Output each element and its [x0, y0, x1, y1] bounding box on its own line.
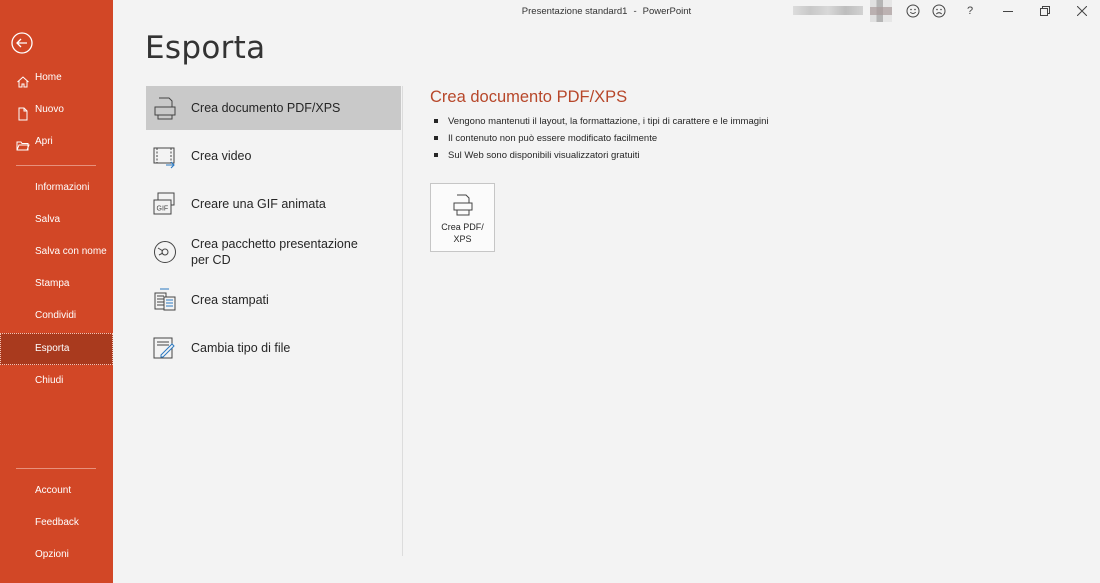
- smile-icon[interactable]: [902, 2, 924, 20]
- bullet-item: Vengono mantenuti il layout, la formatta…: [430, 113, 769, 130]
- sidebar-item-info[interactable]: Informazioni: [0, 172, 113, 204]
- export-option-change-file-type[interactable]: Cambia tipo di file: [146, 326, 401, 370]
- page-title: Esporta: [145, 30, 266, 66]
- sidebar-item-label: Home: [35, 72, 62, 83]
- sidebar-item-label: Salva: [35, 214, 61, 225]
- sidebar-item-label: Stampa: [35, 278, 70, 289]
- video-icon: [152, 143, 178, 169]
- handouts-icon: [152, 287, 178, 313]
- sidebar-divider: [16, 165, 96, 166]
- detail-title: Crea documento PDF/XPS: [430, 88, 628, 106]
- sidebar-item-account[interactable]: Account: [0, 475, 113, 507]
- detail-bullets: Vengono mantenuti il layout, la formatta…: [430, 113, 769, 164]
- bullet-item: Il contenuto non può essere modificato f…: [430, 130, 769, 147]
- sidebar-item-options[interactable]: Opzioni: [0, 539, 113, 571]
- sidebar-item-feedback[interactable]: Feedback: [0, 507, 113, 539]
- sidebar-item-label: Informazioni: [35, 182, 90, 193]
- option-label: Crea video: [191, 149, 252, 163]
- document-name: Presentazione standard1: [521, 6, 628, 17]
- option-label: Crea documento PDF/XPS: [191, 101, 341, 115]
- home-icon: [16, 71, 30, 88]
- create-pdf-xps-label: Crea PDF/ XPS: [441, 222, 484, 244]
- sidebar-item-label: Salva con nome: [35, 246, 107, 257]
- cd-icon: [152, 239, 178, 265]
- sidebar-item-label: Apri: [35, 136, 53, 147]
- frown-icon[interactable]: [928, 2, 950, 20]
- sidebar-item-share[interactable]: Condividi: [0, 300, 113, 332]
- option-label-line2: per CD: [191, 253, 231, 267]
- option-label: Cambia tipo di file: [191, 341, 291, 355]
- avatar[interactable]: [870, 0, 892, 22]
- change-file-type-icon: [152, 335, 178, 361]
- new-document-icon: [16, 103, 30, 121]
- sidebar-item-label: Account: [35, 485, 72, 496]
- sidebar-item-new[interactable]: Nuovo: [0, 94, 113, 126]
- window-title: Presentazione standard1- PowerPoint: [113, 6, 1100, 17]
- minimize-icon[interactable]: [997, 2, 1019, 20]
- sidebar-item-save[interactable]: Salva: [0, 204, 113, 236]
- open-folder-icon: [16, 135, 30, 151]
- close-icon[interactable]: [1071, 2, 1093, 20]
- export-option-cd-package[interactable]: Crea pacchetto presentazione per CD: [146, 230, 401, 274]
- restore-icon[interactable]: [1034, 2, 1056, 20]
- export-option-gif[interactable]: GIF Creare una GIF animata: [146, 182, 401, 226]
- export-option-video[interactable]: Crea video: [146, 134, 401, 178]
- sidebar-item-label: Nuovo: [35, 104, 64, 115]
- backstage-sidebar: Home Nuovo Apri Informazioni Salva Salva…: [0, 0, 113, 583]
- option-label: Crea pacchetto presentazione per CD: [191, 236, 358, 268]
- sidebar-item-close[interactable]: Chiudi: [0, 365, 113, 397]
- gif-icon-text: GIF: [157, 206, 169, 213]
- sidebar-divider: [16, 468, 96, 469]
- export-option-pdf-xps[interactable]: Crea documento PDF/XPS: [146, 86, 401, 130]
- pdf-document-icon: [152, 95, 178, 121]
- option-label: Creare una GIF animata: [191, 197, 326, 211]
- sidebar-item-print[interactable]: Stampa: [0, 268, 113, 300]
- title-bar: Presentazione standard1- PowerPoint ?: [113, 0, 1100, 24]
- sidebar-item-save-as[interactable]: Salva con nome: [0, 236, 113, 268]
- option-label-line1: Crea pacchetto presentazione: [191, 237, 358, 251]
- sidebar-item-label: Opzioni: [35, 549, 69, 560]
- option-label: Crea stampati: [191, 293, 269, 307]
- export-detail-panel: Crea documento PDF/XPS Vengono mantenuti…: [430, 88, 769, 164]
- sidebar-item-label: Condividi: [35, 310, 77, 321]
- app-name: PowerPoint: [642, 6, 692, 17]
- title-separator: -: [633, 6, 637, 17]
- back-arrow-icon[interactable]: [10, 31, 34, 55]
- bullet-item: Sul Web sono disponibili visualizzatori …: [430, 147, 769, 164]
- sidebar-item-label: Feedback: [35, 517, 79, 528]
- sidebar-item-label: Chiudi: [35, 375, 64, 386]
- pdf-document-icon: [451, 193, 475, 217]
- export-option-handouts[interactable]: Crea stampati: [146, 278, 401, 322]
- sidebar-item-label: Esporta: [35, 343, 70, 354]
- user-name-blurred[interactable]: [793, 6, 863, 15]
- sidebar-item-home[interactable]: Home: [0, 62, 113, 94]
- gif-icon: GIF: [152, 191, 178, 217]
- help-icon[interactable]: ?: [959, 2, 981, 20]
- export-options-list: Crea documento PDF/XPS Crea video GIF Cr…: [146, 86, 403, 556]
- sidebar-item-open[interactable]: Apri: [0, 126, 113, 158]
- sidebar-item-export[interactable]: Esporta: [0, 333, 113, 365]
- create-pdf-xps-button[interactable]: Crea PDF/ XPS: [430, 183, 495, 252]
